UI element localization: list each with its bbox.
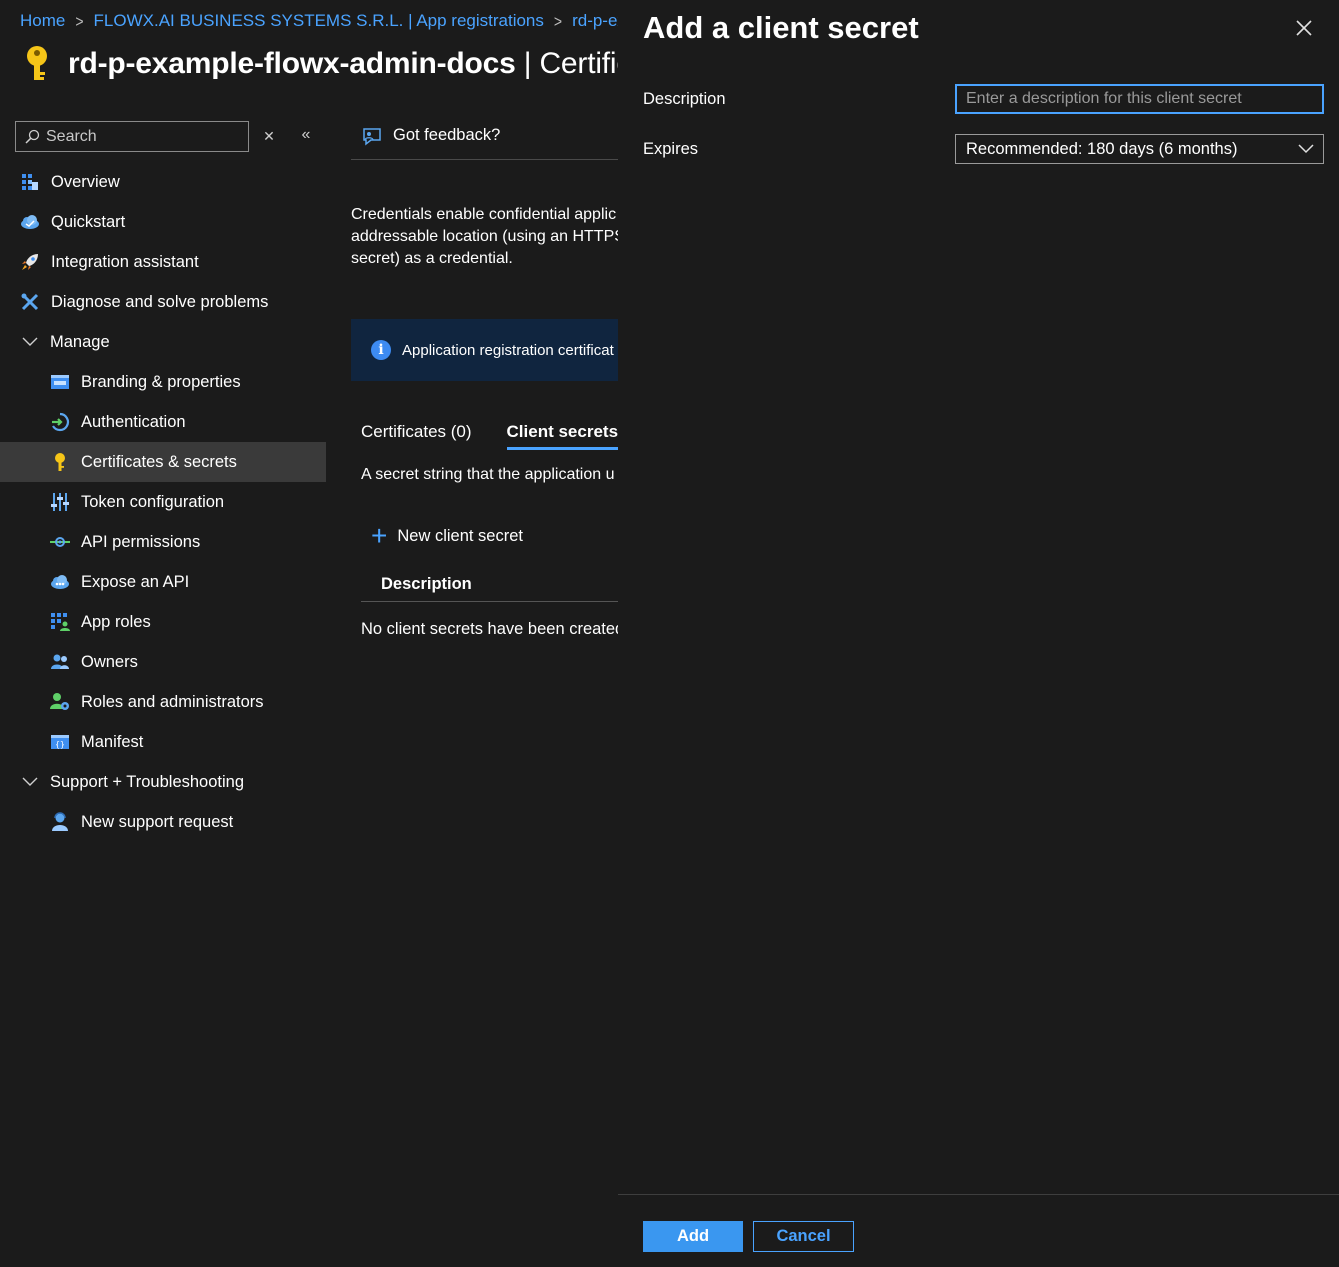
- feedback-button[interactable]: Got feedback?: [351, 112, 618, 160]
- info-icon: i: [371, 340, 391, 360]
- sidebar-item-branding[interactable]: Branding & properties: [0, 362, 326, 402]
- sidebar-item-api-permissions[interactable]: API permissions: [0, 522, 326, 562]
- client-secret-description: A secret string that the application u: [361, 466, 615, 483]
- clear-search-icon[interactable]: ✕: [262, 127, 276, 145]
- add-client-secret-panel: Add a client secret Description Expires …: [618, 0, 1339, 1267]
- chevron-down-icon: [20, 777, 40, 787]
- description-label: Description: [643, 90, 726, 108]
- sidebar-item-authentication[interactable]: Authentication: [0, 402, 326, 442]
- tab-client-secrets[interactable]: Client secrets (: [506, 414, 619, 450]
- new-client-secret-button[interactable]: + New client secret: [371, 520, 523, 551]
- column-header-description: Description: [361, 568, 619, 602]
- sidebar-item-owners[interactable]: Owners: [0, 642, 326, 682]
- main-content: Got feedback? Credentials enable confide…: [351, 112, 619, 672]
- owners-icon: [50, 652, 70, 672]
- sidebar-item-expose-api[interactable]: Expose an API: [0, 562, 326, 602]
- app-roles-icon: [50, 612, 70, 632]
- sidebar-item-quickstart[interactable]: Quickstart: [0, 202, 326, 242]
- overview-icon: [20, 172, 40, 192]
- sidebar-item-overview[interactable]: Overview: [0, 162, 326, 202]
- search-input[interactable]: Search: [15, 121, 249, 152]
- sidebar-item-app-roles[interactable]: App roles: [0, 602, 326, 642]
- tab-certificates[interactable]: Certificates (0): [361, 414, 472, 450]
- sidebar-item-integration-assistant[interactable]: Integration assistant: [0, 242, 326, 282]
- cloud-icon: [50, 572, 70, 592]
- key-icon: [27, 46, 47, 80]
- description-input[interactable]: [955, 84, 1324, 114]
- sidebar: Search ✕ « Overview Quickstart Integrati…: [0, 112, 326, 831]
- feedback-icon: [363, 127, 381, 146]
- page-title: rd-p-example-flowx-admin-docs | Certific: [68, 47, 632, 80]
- search-placeholder: Search: [46, 127, 97, 145]
- sidebar-group-manage[interactable]: Manage: [0, 322, 326, 362]
- sidebar-item-diagnose[interactable]: Diagnose and solve problems: [0, 282, 326, 322]
- search-icon: [25, 129, 40, 144]
- add-button[interactable]: Add: [643, 1221, 743, 1252]
- wrench-icon: [20, 292, 40, 312]
- cancel-button[interactable]: Cancel: [753, 1221, 854, 1252]
- empty-state-message: No client secrets have been created: [361, 620, 619, 638]
- credentials-description: Credentials enable confidential applic a…: [351, 206, 619, 267]
- tab-list: Certificates (0) Client secrets (: [361, 414, 619, 450]
- chevron-right-icon: >: [75, 11, 84, 31]
- branding-icon: [50, 372, 70, 392]
- sidebar-item-token-configuration[interactable]: Token configuration: [0, 482, 326, 522]
- rocket-icon: [20, 252, 40, 272]
- info-banner: i Application registration certificat: [351, 319, 619, 381]
- api-permissions-icon: [50, 532, 70, 552]
- sidebar-group-support[interactable]: Support + Troubleshooting: [0, 762, 326, 802]
- expires-dropdown[interactable]: Recommended: 180 days (6 months): [955, 134, 1324, 164]
- svg-text:{}: {}: [55, 740, 65, 749]
- chevron-right-icon: >: [553, 11, 563, 31]
- authentication-icon: [50, 412, 70, 432]
- collapse-sidebar-icon[interactable]: «: [297, 126, 315, 144]
- expires-label: Expires: [643, 140, 699, 158]
- panel-title: Add a client secret: [643, 10, 919, 45]
- token-icon: [50, 492, 70, 512]
- sidebar-item-roles-administrators[interactable]: Roles and administrators: [0, 682, 326, 722]
- key-icon: [50, 452, 70, 472]
- sidebar-item-new-support-request[interactable]: New support request: [0, 802, 326, 842]
- manifest-icon: {}: [50, 732, 70, 752]
- quickstart-icon: [20, 212, 40, 232]
- close-icon[interactable]: [1294, 18, 1314, 38]
- page-header: rd-p-example-flowx-admin-docs | Certific: [20, 42, 631, 86]
- panel-footer: Add Cancel: [618, 1194, 1339, 1267]
- support-icon: [50, 812, 70, 832]
- sidebar-item-certificates-secrets[interactable]: Certificates & secrets: [0, 442, 326, 482]
- sidebar-nav: Overview Quickstart Integration assistan…: [0, 162, 326, 842]
- plus-icon: +: [371, 520, 388, 551]
- breadcrumb: Home > FLOWX.AI BUSINESS SYSTEMS S.R.L. …: [20, 10, 641, 32]
- breadcrumb-home-link[interactable]: Home: [20, 11, 65, 31]
- roles-icon: [50, 692, 70, 712]
- chevron-down-icon: [1298, 144, 1314, 154]
- chevron-down-icon: [20, 337, 40, 347]
- sidebar-item-manifest[interactable]: {} Manifest: [0, 722, 326, 762]
- breadcrumb-app-registrations-link[interactable]: FLOWX.AI BUSINESS SYSTEMS S.R.L. | App r…: [94, 11, 544, 31]
